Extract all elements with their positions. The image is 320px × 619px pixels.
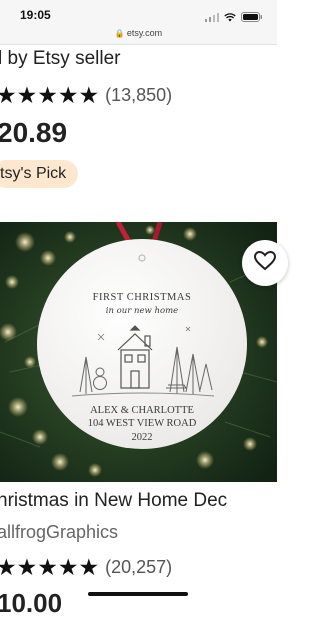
status-bar: 19:05 [0, 0, 277, 26]
home-indicator [88, 592, 188, 596]
status-icons [205, 9, 263, 27]
listing-title[interactable]: hristmas in New Home Dec [0, 490, 227, 512]
star-rating-icon: ★★★★★ [0, 554, 100, 580]
listing-seller-text: l by Etsy seller [0, 48, 121, 69]
listing-price: 20.89 [0, 117, 68, 148]
address-bar[interactable]: 🔒 etsy.com [0, 26, 277, 45]
listing-rating: ★★★★★ (13,850) [0, 84, 172, 107]
signal-icon [205, 9, 219, 27]
heart-icon [253, 250, 277, 276]
ornament-address: 104 WEST VIEW ROAD [88, 418, 197, 429]
review-count-2: (20,257) [105, 557, 173, 577]
lock-icon: 🔒 [114, 29, 125, 38]
status-time: 19:05 [20, 8, 51, 22]
ornament-photo: FIRST CHRISTMAS in our new home ALEX & C… [0, 222, 277, 482]
review-count: (13,850) [105, 85, 173, 105]
ornament-line2: in our new home [106, 306, 178, 316]
url-text: etsy.com [126, 28, 163, 38]
wifi-icon [224, 9, 236, 27]
star-rating-icon: ★★★★★ [0, 82, 100, 108]
url-display[interactable]: 🔒 etsy.com [0, 28, 277, 38]
favorite-button[interactable] [242, 240, 288, 286]
ornament-names: ALEX & CHARLOTTE [90, 405, 194, 416]
listing-rating-2: ★★★★★ (20,257) [0, 556, 172, 579]
ornament-year: 2022 [132, 432, 153, 443]
listing-price-2: 10.00 [0, 588, 63, 618]
battery-icon [241, 9, 263, 27]
product-image[interactable]: FIRST CHRISTMAS in our new home ALEX & C… [0, 222, 277, 482]
ornament-line1: FIRST CHRISTMAS [93, 292, 192, 303]
etsys-pick-badge: tsy's Pick [0, 160, 79, 188]
shop-name[interactable]: allfrogGraphics [0, 522, 118, 543]
